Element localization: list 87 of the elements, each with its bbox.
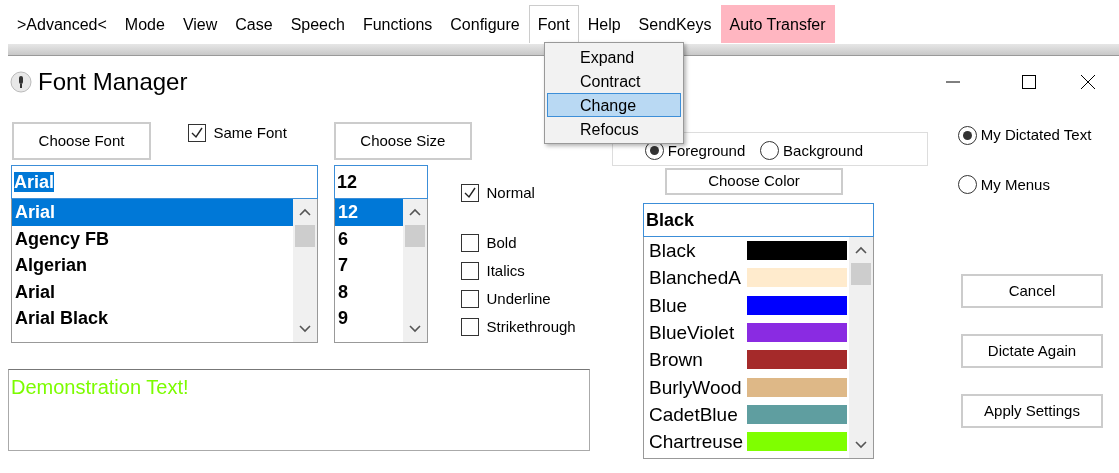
scrollbar[interactable] <box>403 199 427 342</box>
radio-label: Foreground <box>667 140 746 161</box>
color-item[interactable]: Black <box>644 237 849 265</box>
window-title: Font Manager <box>38 67 188 97</box>
list-item[interactable]: 6 <box>335 225 403 252</box>
scroll-thumb[interactable] <box>851 263 871 285</box>
color-name: Blue <box>649 293 689 318</box>
chevron-up-icon <box>854 245 868 255</box>
checkbox[interactable] <box>461 290 479 308</box>
menu-item[interactable]: Mode <box>115 5 174 43</box>
choose-color-button[interactable]: Choose Color <box>665 168 843 195</box>
color-item[interactable]: BurlyWood <box>644 373 849 401</box>
checkbox[interactable] <box>461 184 479 202</box>
demo-text-box: Demonstration Text! <box>8 369 590 451</box>
color-name: Chartreuse <box>649 430 744 455</box>
checkbox-label: Underline <box>486 288 551 309</box>
chevron-up-icon <box>298 207 312 217</box>
checkbox-label: Strikethrough <box>486 316 576 337</box>
checkbox-label: Italics <box>486 260 525 281</box>
color-item[interactable]: Chartreuse <box>644 428 849 456</box>
menu-item[interactable]: Case <box>226 5 282 43</box>
choose-font-button[interactable]: Choose Font <box>12 122 151 160</box>
list-item[interactable]: 8 <box>335 278 403 305</box>
minimize-icon <box>945 81 961 83</box>
menu-item[interactable]: Auto Transfer <box>720 5 835 43</box>
scroll-thumb[interactable] <box>405 225 425 247</box>
dialog-button[interactable]: Dictate Again <box>961 334 1103 368</box>
menu-option[interactable]: Change <box>547 93 681 117</box>
color-field[interactable]: Black <box>643 203 874 237</box>
radio-button[interactable] <box>958 175 977 195</box>
menu-option[interactable]: Contract <box>547 69 681 93</box>
color-item[interactable]: BlanchedA <box>644 264 849 292</box>
list-item[interactable]: 7 <box>335 252 403 279</box>
menu-item[interactable]: Font <box>528 5 579 43</box>
list-item[interactable]: Arial <box>12 278 293 305</box>
color-item[interactable]: Blue <box>644 291 849 319</box>
radio-button[interactable] <box>760 141 780 161</box>
color-item[interactable]: Brown <box>644 346 849 374</box>
menu-item[interactable]: Speech <box>281 5 354 43</box>
chevron-down-icon <box>408 324 422 334</box>
menu-item[interactable]: >Advanced< <box>8 5 116 43</box>
color-item[interactable]: CadetBlue <box>644 400 849 429</box>
list-item[interactable]: Arial <box>12 199 293 226</box>
menu-option[interactable]: Expand <box>547 45 681 69</box>
choose-size-button[interactable]: Choose Size <box>333 122 472 160</box>
dialog-button[interactable]: Cancel <box>961 274 1103 308</box>
menu-item[interactable]: Configure <box>441 5 529 43</box>
chevron-down-icon <box>854 440 868 450</box>
radio-label: Background <box>783 140 864 161</box>
color-name: BlueViolet <box>649 321 736 346</box>
checkbox-label: Bold <box>486 232 517 253</box>
scroll-thumb[interactable] <box>295 225 315 247</box>
dialog-button[interactable]: Apply Settings <box>961 394 1103 428</box>
color-item[interactable]: BlueViolet <box>644 318 849 347</box>
list-item[interactable]: Agency FB <box>12 225 293 252</box>
radio-label: My Dictated Text <box>980 125 1092 145</box>
radio-button[interactable] <box>958 125 977 145</box>
font-field[interactable]: Arial <box>11 165 318 199</box>
list-item[interactable]: Algerian <box>12 252 293 279</box>
checkbox-label: Normal <box>486 182 535 203</box>
scrollbar[interactable] <box>849 237 873 458</box>
checkbox[interactable] <box>461 262 479 280</box>
maximize-icon <box>1021 74 1037 90</box>
checkbox[interactable] <box>461 318 479 336</box>
radio-label: My Menus <box>980 174 1050 195</box>
list-item[interactable]: Arial Black <box>12 305 293 332</box>
chevron-up-icon <box>408 207 422 217</box>
color-name: Black <box>649 239 697 264</box>
size-field[interactable]: 12 <box>334 165 428 199</box>
list-item[interactable]: 12 <box>335 199 403 226</box>
list-item[interactable]: 9 <box>335 305 403 332</box>
menu-item[interactable]: View <box>173 5 227 43</box>
checkbox[interactable] <box>188 124 206 143</box>
chevron-down-icon <box>298 324 312 334</box>
checkbox-label: Same Font <box>213 123 287 143</box>
color-name: CadetBlue <box>649 402 739 427</box>
menu-option[interactable]: Refocus <box>547 117 681 141</box>
menu-item[interactable]: SendKeys <box>629 5 721 43</box>
color-name: BlanchedA <box>649 266 742 291</box>
close-icon <box>1080 74 1096 90</box>
color-name: BurlyWood <box>649 375 743 400</box>
menu-item[interactable]: Functions <box>353 5 442 43</box>
checkbox[interactable] <box>461 234 479 252</box>
scrollbar[interactable] <box>293 199 317 342</box>
menu-item[interactable]: Help <box>578 5 630 43</box>
color-name: Brown <box>649 348 704 373</box>
microphone-icon <box>10 71 32 93</box>
